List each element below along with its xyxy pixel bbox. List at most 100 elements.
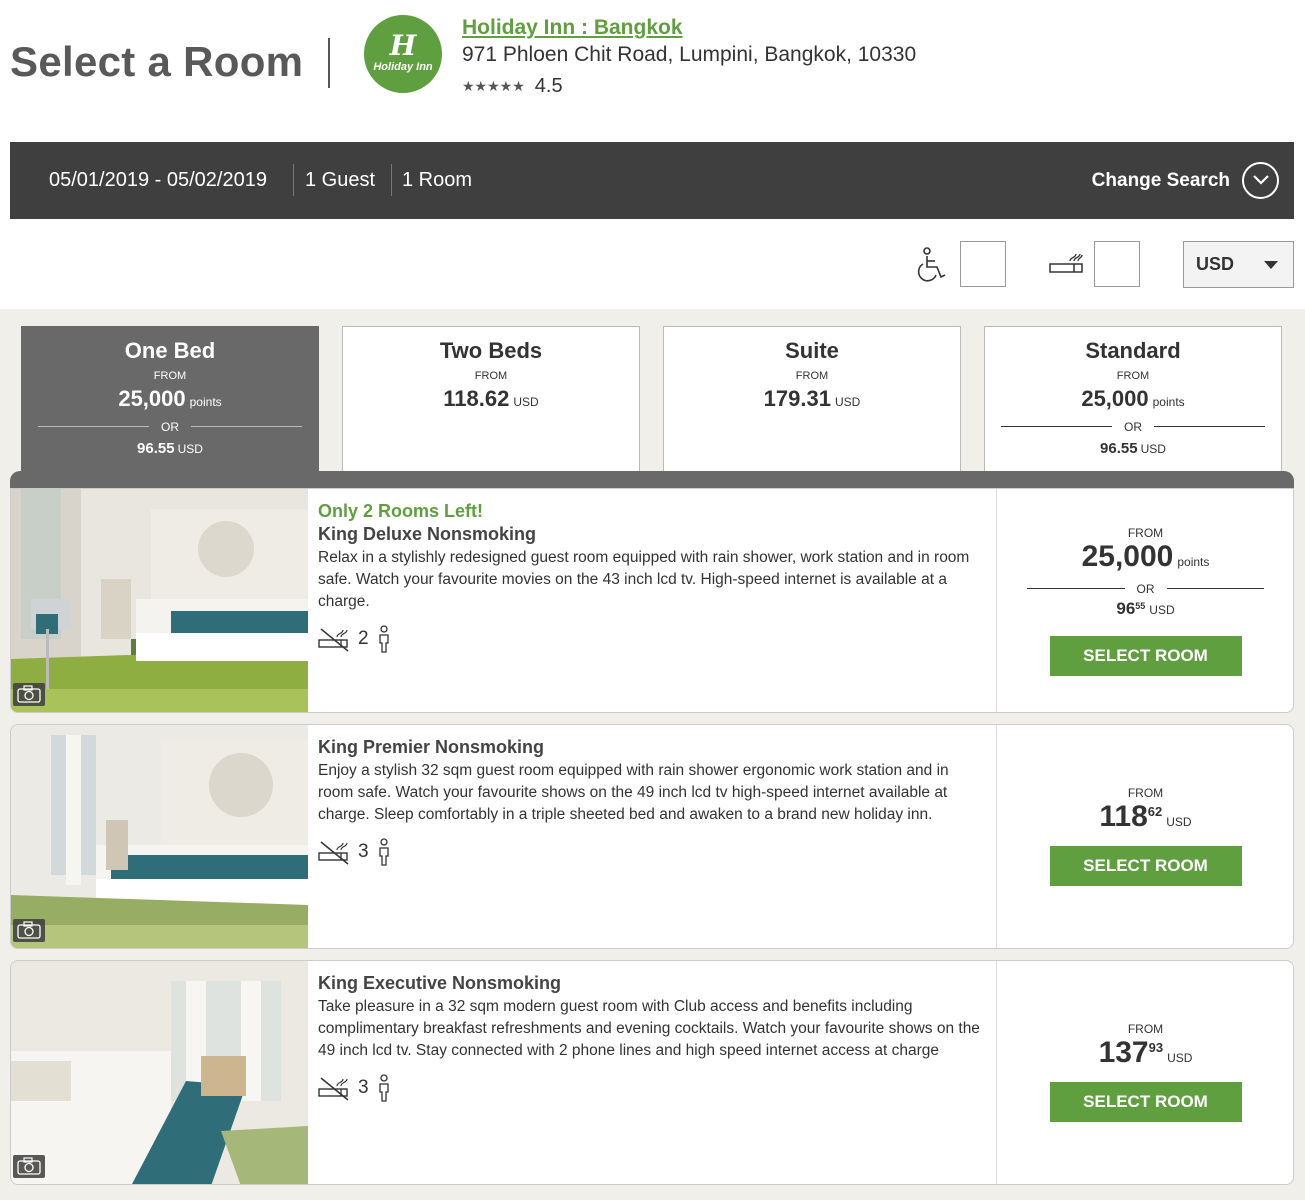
search-rooms[interactable]: 1 Room [402,142,472,219]
room-name[interactable]: King Deluxe Nonsmoking [318,524,988,545]
tab-from-label: FROM [795,370,829,382]
tab-usd-value: 96.55 [1100,440,1138,457]
hotel-rating: ★★★★★ 4.5 [462,75,563,98]
title-divider [328,38,330,88]
currency-select[interactable]: USD [1183,241,1294,288]
points-unit: points [1177,555,1210,569]
tab-usd-value: 96.55 [137,440,175,457]
hotel-address: 971 Phloen Chit Road, Lumpini, Bangkok, … [462,43,917,66]
price-whole: 137 [1098,1036,1149,1069]
page-title: Select a Room [10,38,304,85]
no-smoking-icon [318,1077,349,1101]
select-room-button[interactable]: SELECT ROOM [1049,846,1242,886]
tab-price-value: 25,000 [1081,386,1149,411]
room-photo-image [11,489,308,712]
usd-unit: USD [1149,603,1175,617]
tab-price: 25,000 points [22,386,318,412]
room-photo-image [11,725,308,948]
accessible-filter-checkbox[interactable] [960,241,1006,287]
camera-icon[interactable] [13,683,45,706]
person-icon [378,1074,389,1102]
room-name[interactable]: King Executive Nonsmoking [318,973,988,994]
tab-name: Suite [785,338,839,363]
tab-price-value: 25,000 [118,386,186,411]
room-description: Take pleasure in a 32 sqm modern guest r… [318,998,980,1059]
room-meta: 3 [318,1074,988,1102]
tab-suite[interactable]: Suite FROM 179.31 USD [663,326,961,471]
room-info: King Premier Nonsmoking Enjoy a stylish … [318,725,988,866]
tab-usd-price: 96.55 USD [985,440,1281,457]
no-smoking-icon [318,841,349,865]
camera-icon[interactable] [13,919,45,942]
logo-mark: H [389,29,417,62]
room-card: King Premier Nonsmoking Enjoy a stylish … [10,724,1294,949]
points-price: 25,000 points [997,540,1293,574]
room-price-panel: FROM 13793USD SELECT ROOM [996,961,1293,1184]
occupancy-count: 3 [358,841,369,862]
usd-whole: 96 [1116,599,1136,618]
tab-or-label: OR [1112,420,1154,434]
caret-down-icon [1264,261,1278,269]
price-cents: 93 [1148,1040,1164,1055]
change-search-link[interactable]: Change Search [1092,142,1230,219]
occupancy-count: 3 [358,1077,369,1098]
smoking-filter-checkbox[interactable] [1094,241,1140,287]
price-unit: USD [1167,1051,1193,1065]
room-card: King Executive Nonsmoking Take pleasure … [10,960,1294,1185]
tab-two-beds[interactable]: Two Beds FROM 118.62 USD [342,326,640,471]
tab-usd-unit: USD [177,442,203,456]
room-description: Relax in a stylishly redesigned guest ro… [318,549,970,610]
tab-or-label: OR [149,420,191,434]
price-from-label: FROM [1127,526,1164,540]
hotel-logo: H Holiday Inn [364,15,442,93]
tab-standard[interactable]: Standard FROM 25,000 points OR 96.55 USD [984,326,1282,471]
price-or-label: OR [1124,582,1167,596]
price-from-label: FROM [1127,1022,1164,1036]
tab-price-value: 118.62 [443,386,510,411]
wheelchair-icon [917,247,946,282]
occupancy-count: 2 [358,628,369,649]
room-name[interactable]: King Premier Nonsmoking [318,737,988,758]
star-rating-icon: ★★★★★ [462,78,525,94]
change-search-button[interactable] [1242,162,1279,199]
tab-usd-unit: USD [1140,442,1166,456]
search-summary-bar: 05/01/2019 - 05/02/2019 1 Guest 1 Room C… [10,142,1294,219]
tab-one-bed[interactable]: One Bed FROM 25,000 points OR 96.55 USD [21,326,319,476]
tab-or-divider: OR [38,418,302,434]
price-unit: USD [1166,815,1192,829]
rooms-left-badge: Only 2 Rooms Left! [318,501,484,521]
usd-price: 13793USD [997,1036,1293,1070]
price-cents: 62 [1147,804,1163,819]
tab-or-divider: OR [1001,418,1265,434]
room-photo-image [11,961,308,1184]
room-photo[interactable] [11,961,308,1184]
tab-from-label: FROM [474,370,508,382]
tab-underbar [10,471,1294,488]
select-room-button[interactable]: SELECT ROOM [1049,1082,1242,1122]
hotel-name-link[interactable]: Holiday Inn : Bangkok [462,16,683,40]
tab-usd-price: 96.55 USD [22,440,318,457]
usd-price: 9655 USD [997,599,1293,619]
tab-price-unit: points [1152,395,1185,409]
select-room-button[interactable]: SELECT ROOM [1049,636,1242,676]
tab-name: One Bed [124,338,216,363]
smoking-icon [1049,253,1083,273]
tab-price-unit: USD [834,395,861,409]
rating-value: 4.5 [534,75,563,97]
room-photo[interactable] [11,489,308,712]
search-dates[interactable]: 05/01/2019 - 05/02/2019 [49,142,267,219]
tab-from-label: FROM [1116,370,1150,382]
points-value: 25,000 [1081,540,1174,573]
filter-row: USD [0,219,1305,309]
tab-price-unit: points [189,395,222,409]
room-meta: 3 [318,838,988,866]
camera-icon[interactable] [13,1155,45,1178]
tab-name: Two Beds [439,338,543,363]
price-from-label: FROM [1127,786,1164,800]
room-price-panel: FROM 25,000 points OR 9655 USD SELECT ROOM [996,489,1293,712]
person-icon [378,625,389,653]
room-photo[interactable] [11,725,308,948]
logo-text: Holiday Inn [373,61,433,73]
search-guests[interactable]: 1 Guest [305,142,375,219]
tab-price-value: 179.31 [763,386,831,411]
